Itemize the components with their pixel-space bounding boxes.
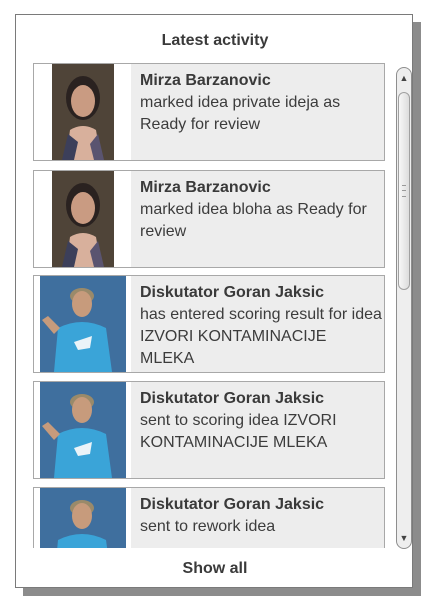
avatar xyxy=(34,382,131,478)
show-all-link[interactable]: Show all xyxy=(16,560,414,578)
activity-list[interactable]: Mirza Barzanovic marked idea private ide… xyxy=(33,63,388,548)
activity-item[interactable]: Diskutator Goran Jaksic sent to rework i… xyxy=(33,487,385,548)
activity-description: has entered scoring result for idea IZVO… xyxy=(140,306,382,366)
latest-activity-panel: Latest activity Mirza Barzanovic marked … xyxy=(15,14,413,588)
activity-item[interactable]: Mirza Barzanovic marked idea private ide… xyxy=(33,63,385,161)
activity-description: sent to rework idea xyxy=(140,518,276,535)
panel-title: Latest activity xyxy=(161,32,269,49)
scrollbar-thumb[interactable] xyxy=(398,92,410,290)
activity-item[interactable]: Diskutator Goran Jaksic sent to scoring … xyxy=(33,381,385,479)
avatar xyxy=(34,488,131,548)
activity-scrollbar[interactable]: ▲ ▼ xyxy=(396,67,412,549)
activity-item[interactable]: Mirza Barzanovic marked idea bloha as Re… xyxy=(33,170,385,268)
avatar xyxy=(34,64,131,160)
avatar xyxy=(34,276,131,372)
grip-icon xyxy=(402,185,406,197)
scroll-up-arrow-icon[interactable]: ▲ xyxy=(397,70,411,86)
activity-user-name[interactable]: Mirza Barzanovic xyxy=(140,177,384,199)
activity-user-name[interactable]: Diskutator Goran Jaksic xyxy=(140,494,384,516)
activity-user-name[interactable]: Diskutator Goran Jaksic xyxy=(140,388,384,410)
activity-description: marked idea private ideja as Ready for r… xyxy=(140,94,341,133)
activity-description: sent to scoring idea IZVORI KONTAMINACIJ… xyxy=(140,412,337,451)
activity-item[interactable]: Diskutator Goran Jaksic has entered scor… xyxy=(33,275,385,373)
scroll-down-arrow-icon[interactable]: ▼ xyxy=(397,530,411,546)
activity-user-name[interactable]: Diskutator Goran Jaksic xyxy=(140,282,384,304)
activity-user-name[interactable]: Mirza Barzanovic xyxy=(140,70,384,92)
avatar xyxy=(34,171,131,267)
activity-description: marked idea bloha as Ready for review xyxy=(140,201,367,240)
